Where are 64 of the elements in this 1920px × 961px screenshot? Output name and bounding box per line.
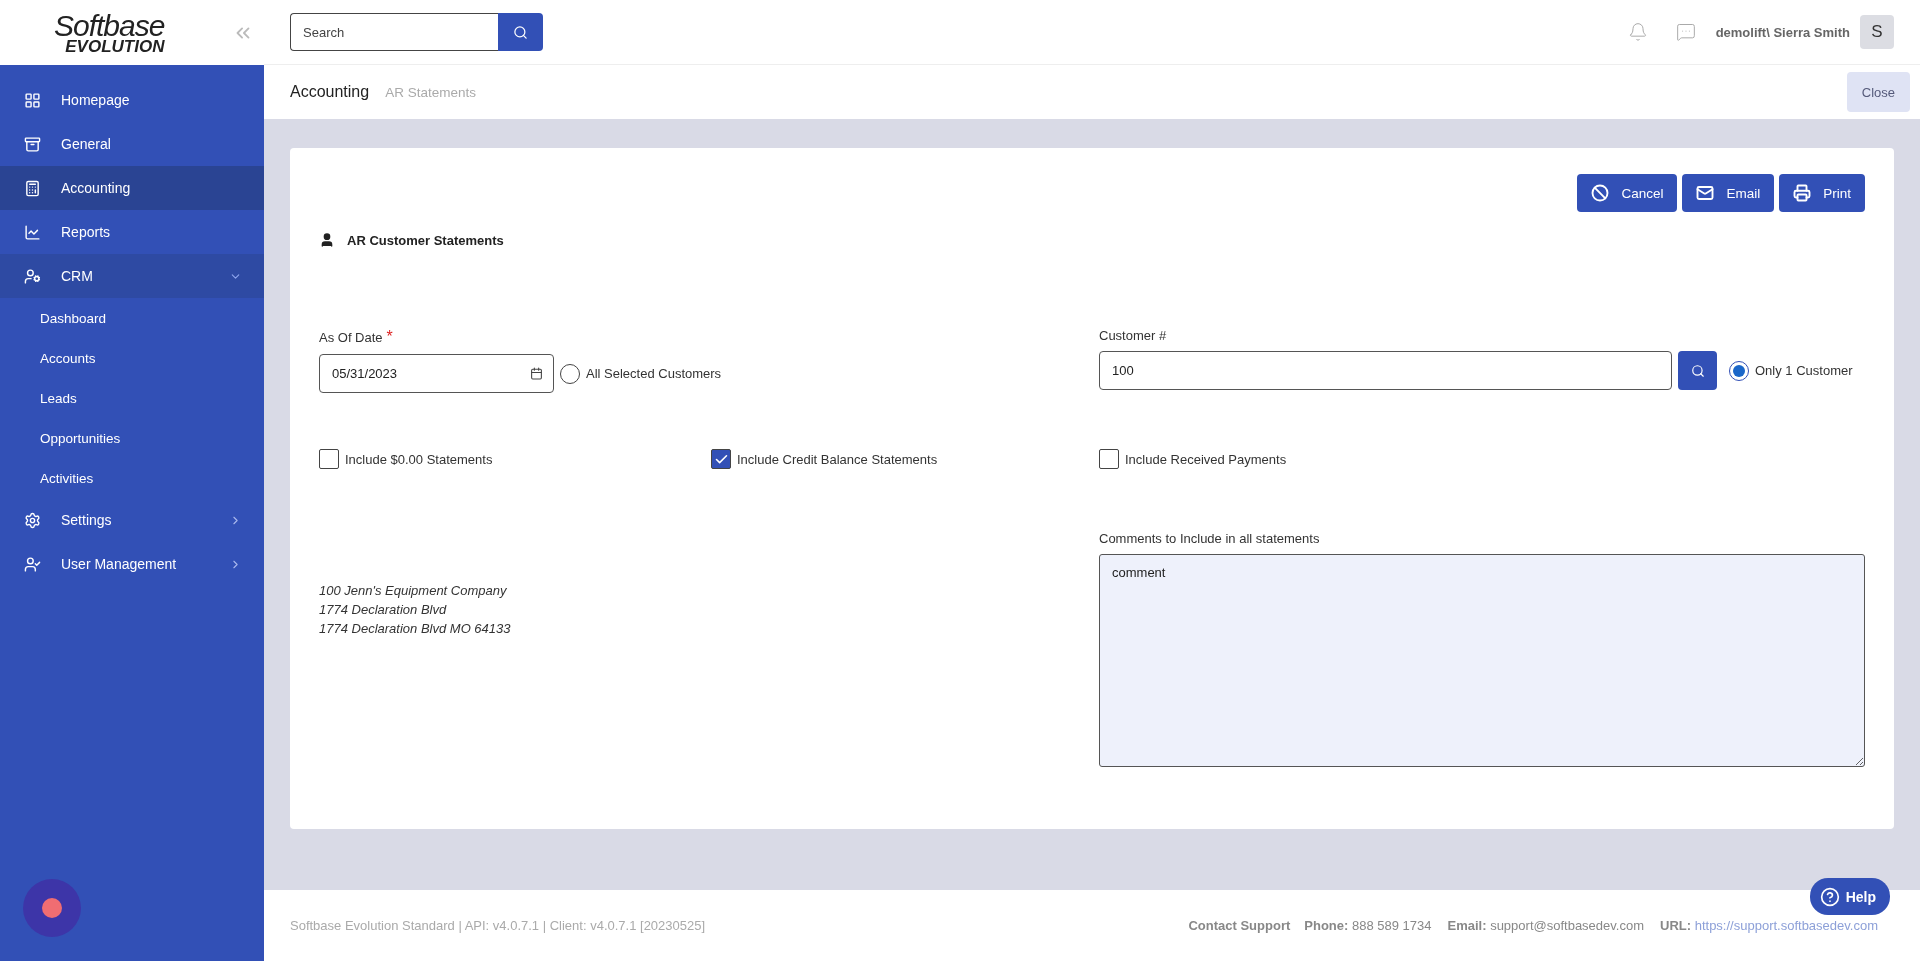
- comments-field[interactable]: comment: [1099, 554, 1865, 767]
- sidebar-item[interactable]: Settings: [0, 498, 264, 542]
- checkbox[interactable]: [319, 449, 339, 469]
- checkbox-label: Include Received Payments: [1125, 451, 1287, 467]
- search-icon: [1690, 363, 1705, 378]
- calendar-icon[interactable]: [530, 367, 543, 380]
- menu-icon: [24, 135, 41, 153]
- action-button[interactable]: Print: [1779, 174, 1865, 212]
- checkbox-label: Include Credit Balance Statements: [737, 451, 938, 467]
- sidebar-item[interactable]: Accounting: [0, 166, 264, 210]
- contact-text: Phone: 888 589 1734: [1304, 918, 1432, 933]
- sidebar-item[interactable]: Homepage: [0, 78, 264, 122]
- menu-icon: [24, 91, 41, 109]
- sidebar-subitem[interactable]: Accounts: [0, 338, 264, 378]
- user-icon: [319, 232, 335, 248]
- field-label: Comments to Include in all statements: [1099, 531, 1321, 546]
- avatar[interactable]: S: [1860, 15, 1894, 49]
- close-button[interactable]: Close: [1846, 72, 1910, 112]
- address-line: 1774 Declaration Blvd MO 64133: [319, 620, 512, 638]
- action-button[interactable]: Cancel: [1577, 174, 1678, 212]
- sidebar-item[interactable]: CRM: [0, 254, 264, 298]
- form-title: AR Customer Statements: [347, 232, 504, 248]
- action-icon: [1591, 184, 1610, 202]
- checkbox[interactable]: [1099, 449, 1119, 469]
- search-button[interactable]: [498, 13, 543, 51]
- breadcrumb-item[interactable]: Accounting: [290, 83, 370, 101]
- search-button[interactable]: [1678, 351, 1717, 390]
- breadcrumb-item: AR Statements: [385, 84, 476, 100]
- required-mark: *: [386, 328, 393, 346]
- user-name: demolift\ Sierra Smith: [1715, 24, 1850, 40]
- help-button[interactable]: Help: [1809, 878, 1890, 915]
- radio-label: Only 1 Customer: [1755, 363, 1853, 378]
- address-line: 100 Jenn's Equipment Company: [319, 582, 508, 600]
- address-line: 1774 Declaration Blvd: [319, 601, 448, 619]
- customer-field[interactable]: 100: [1099, 351, 1672, 390]
- sidebar-subitem[interactable]: Leads: [0, 378, 264, 418]
- action-icon: [1793, 184, 1812, 202]
- date-field[interactable]: 05/31/2023: [319, 354, 554, 393]
- checkbox[interactable]: [711, 449, 731, 469]
- logo: Softbase EVOLUTION: [54, 10, 165, 55]
- menu-icon: [24, 267, 41, 285]
- field-label: Customer #: [1099, 328, 1168, 343]
- sidebar-item[interactable]: General: [0, 122, 264, 166]
- search-field[interactable]: Search: [290, 13, 498, 51]
- menu-icon: [24, 223, 41, 241]
- sidebar-item[interactable]: Reports: [0, 210, 264, 254]
- menu-icon: [24, 179, 41, 197]
- contact-text: Email: support@softbasedev.com: [1447, 918, 1644, 933]
- menu-icon: [24, 555, 41, 573]
- sidebar-subitem[interactable]: Activities: [0, 458, 264, 498]
- radio-label: All Selected Customers: [586, 366, 722, 381]
- action-button[interactable]: Email: [1682, 174, 1775, 212]
- checkbox-label: Include $0.00 Statements: [345, 451, 493, 467]
- contact-text: URL: https://support.softbasedev.com: [1660, 918, 1878, 933]
- sidebar-item[interactable]: User Management: [0, 542, 264, 586]
- contact-title: Contact Support: [1188, 918, 1291, 933]
- help-icon: [1819, 886, 1840, 907]
- menu-icon: [24, 511, 41, 529]
- search-icon: [513, 24, 528, 40]
- sidebar-subitem[interactable]: Opportunities: [0, 418, 264, 458]
- field-label: As Of Date: [319, 329, 383, 345]
- action-icon: [1696, 184, 1715, 202]
- sidebar-subitem[interactable]: Dashboard: [0, 298, 264, 338]
- version-text: Softbase Evolution Standard | API: v4.0.7.1 | Client: v4.0.7.1 [20230525]: [290, 918, 706, 933]
